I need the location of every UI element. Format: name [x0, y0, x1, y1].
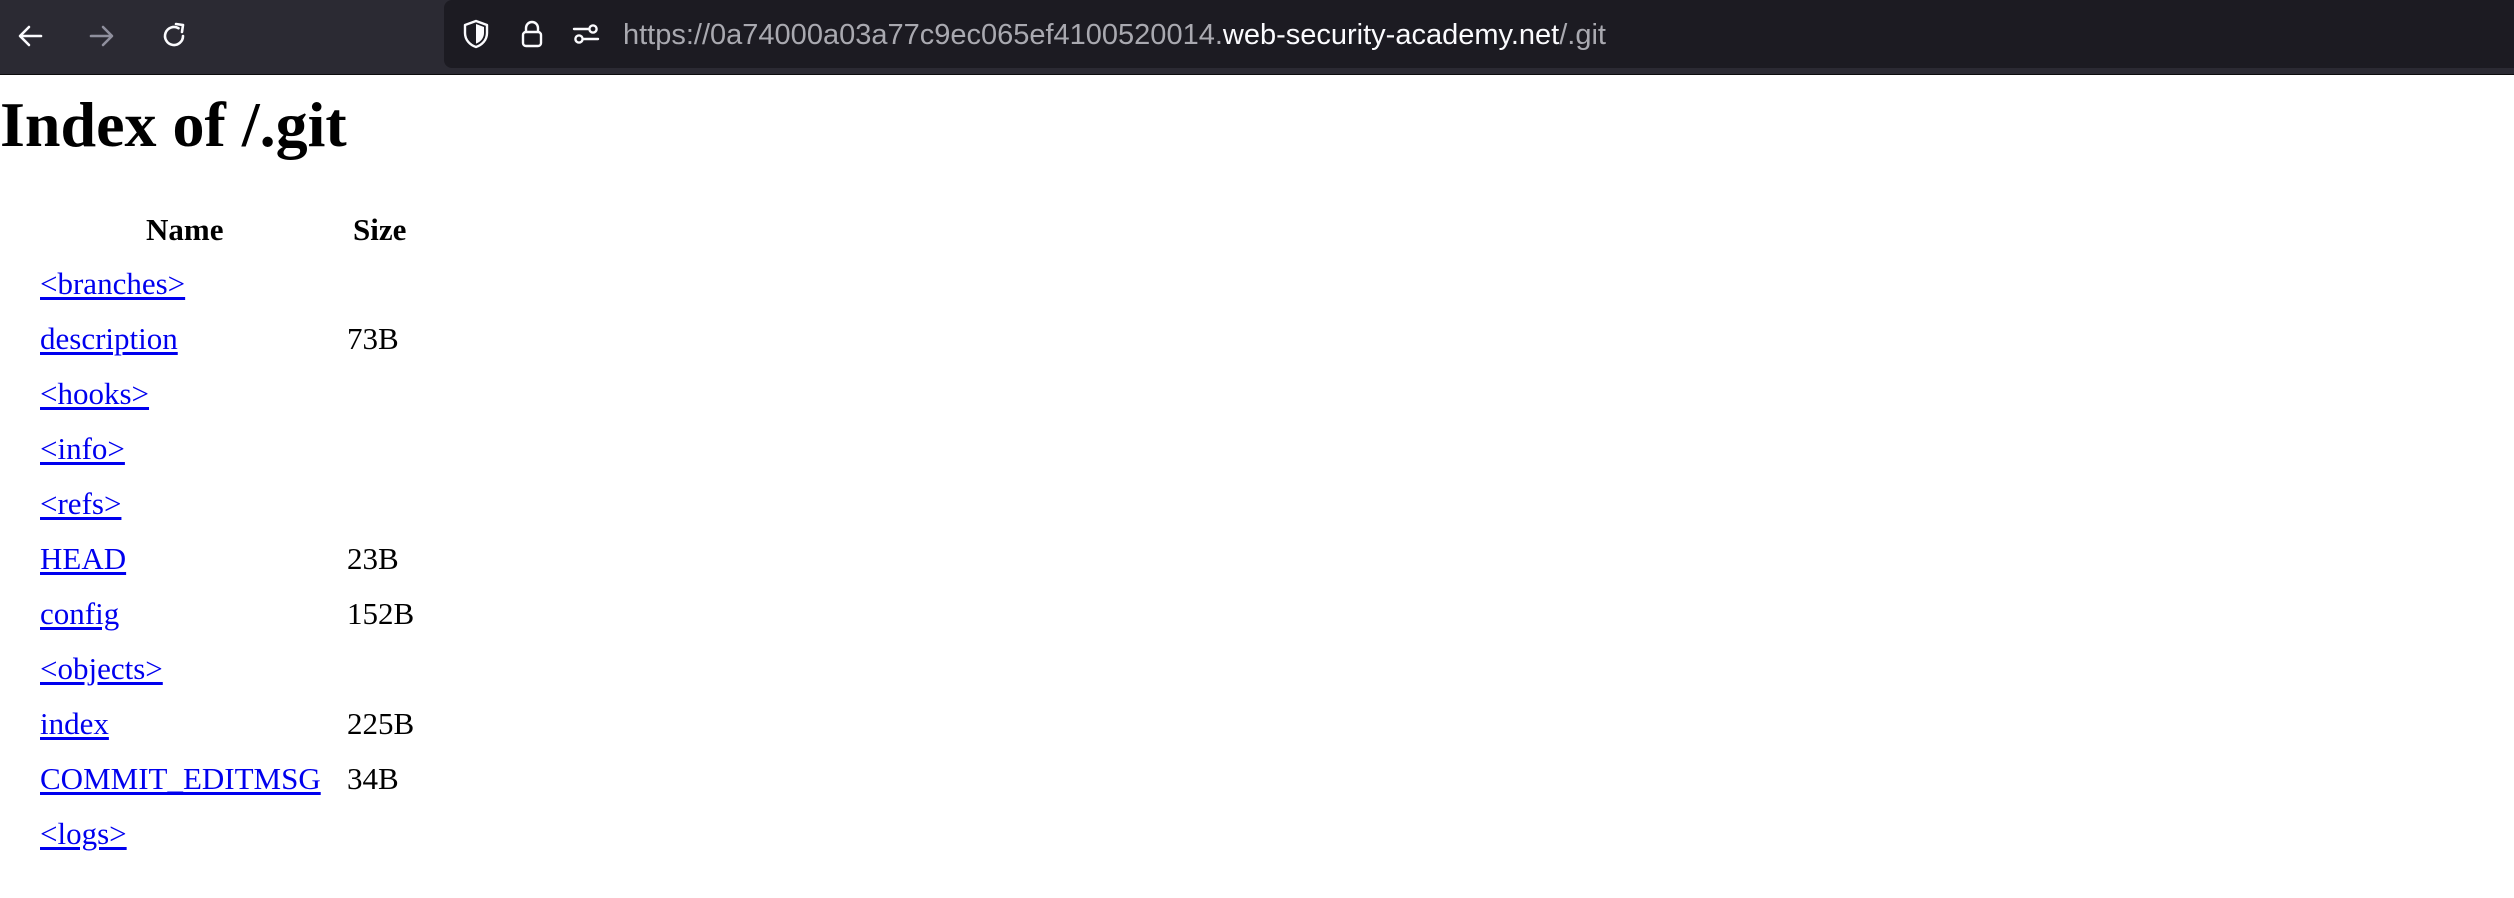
entry-size: 73B — [347, 321, 399, 356]
entry-link[interactable]: <refs> — [40, 485, 121, 523]
entry-link[interactable]: <logs> — [40, 815, 127, 853]
page-content: Index of /.git Name Size <branches> desc… — [0, 75, 2514, 898]
table-row: <hooks> — [40, 375, 540, 425]
table-row: <refs> — [40, 485, 540, 535]
lock-icon[interactable] — [514, 16, 550, 52]
table-row: config 152B — [40, 595, 540, 645]
entry-link[interactable]: COMMIT_EDITMSG — [40, 760, 321, 798]
column-header-name: Name — [146, 212, 224, 247]
entry-size: 225B — [347, 706, 415, 741]
reload-button[interactable] — [152, 16, 196, 56]
entry-size: 23B — [347, 541, 399, 576]
url-text[interactable]: https://0a74000a03a77c9ec065ef4100520014… — [623, 17, 1606, 53]
url-host: web-security-academy.net — [1222, 19, 1560, 51]
entry-link[interactable]: <hooks> — [40, 375, 149, 413]
table-row: description 73B — [40, 320, 540, 370]
column-header-size: Size — [353, 212, 407, 247]
address-bar[interactable]: https://0a74000a03a77c9ec065ef4100520014… — [444, 0, 2514, 68]
entry-link[interactable]: config — [40, 595, 119, 633]
table-row: <branches> — [40, 265, 540, 315]
forward-arrow-icon — [86, 20, 118, 52]
entry-link[interactable]: HEAD — [40, 540, 126, 578]
page-title: Index of /.git — [0, 89, 347, 160]
forward-button[interactable] — [80, 16, 124, 56]
reload-icon — [158, 20, 190, 52]
back-arrow-icon — [14, 20, 46, 52]
url-path: /.git — [1559, 19, 1606, 51]
shield-icon[interactable] — [458, 16, 494, 52]
table-row: <logs> — [40, 815, 540, 865]
table-row: <info> — [40, 430, 540, 480]
entry-size: 34B — [347, 761, 399, 796]
permissions-icon[interactable] — [568, 16, 604, 52]
url-prefix: https://0a74000a03a77c9ec065ef4100520014… — [623, 19, 1223, 51]
table-row: COMMIT_EDITMSG 34B — [40, 760, 540, 810]
entry-link[interactable]: <branches> — [40, 265, 185, 303]
entry-link[interactable]: <objects> — [40, 650, 163, 688]
entry-link[interactable]: <info> — [40, 430, 125, 468]
table-row: <objects> — [40, 650, 540, 700]
entry-link[interactable]: index — [40, 705, 109, 743]
back-button[interactable] — [8, 16, 52, 56]
entry-size: 152B — [347, 596, 415, 631]
entry-link[interactable]: description — [40, 320, 178, 358]
table-row: HEAD 23B — [40, 540, 540, 590]
browser-toolbar: https://0a74000a03a77c9ec065ef4100520014… — [0, 0, 2514, 74]
table-row: index 225B — [40, 705, 540, 755]
